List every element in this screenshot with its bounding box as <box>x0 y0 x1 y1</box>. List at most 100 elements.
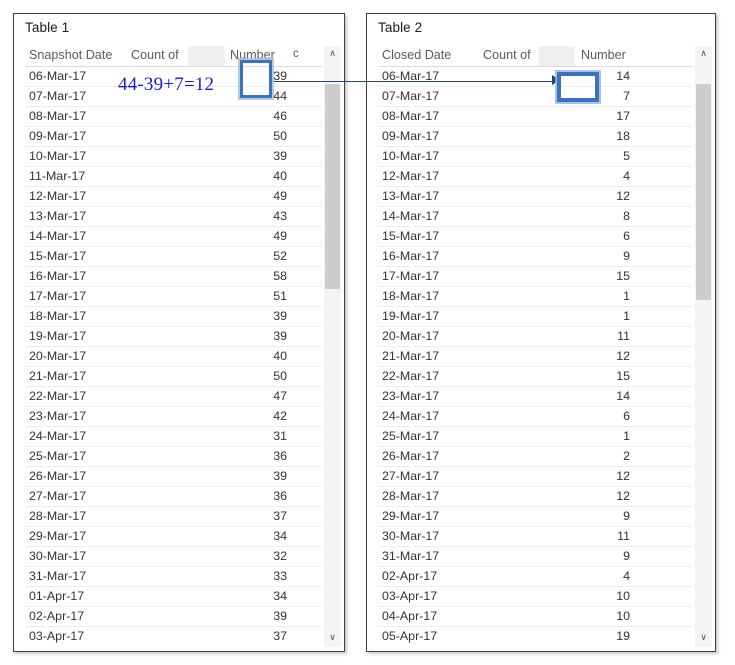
column-header-count[interactable]: Count of <box>483 48 531 62</box>
table-row[interactable]: 01-Apr-17 34 <box>25 587 322 607</box>
cell-date: 19-Mar-17 <box>382 309 440 323</box>
table-row[interactable]: 15-Mar-17 52 <box>25 247 322 267</box>
table-1-title: Table 1 <box>25 20 70 35</box>
cell-date: 03-Apr-17 <box>382 589 438 603</box>
cell-date: 17-Mar-17 <box>29 289 87 303</box>
table-row[interactable]: 21-Mar-17 12 <box>378 347 693 367</box>
cell-date: 08-Mar-17 <box>382 109 440 123</box>
cell-value: 17 <box>616 109 630 123</box>
table-row[interactable]: 03-Apr-17 10 <box>378 587 693 607</box>
cell-value: 34 <box>273 589 287 603</box>
table-row[interactable]: 24-Mar-17 6 <box>378 407 693 427</box>
table-row[interactable]: 11-Mar-17 40 <box>25 167 322 187</box>
table-row[interactable]: 16-Mar-17 9 <box>378 247 693 267</box>
table-row[interactable]: 14-Mar-17 8 <box>378 207 693 227</box>
table-row[interactable]: 25-Mar-17 1 <box>378 427 693 447</box>
table-row[interactable]: 24-Mar-17 31 <box>25 427 322 447</box>
cell-value: 42 <box>273 409 287 423</box>
column-header-suffix: c <box>293 48 299 60</box>
cell-value: 15 <box>616 369 630 383</box>
table-row[interactable]: 22-Mar-17 47 <box>25 387 322 407</box>
table-row[interactable]: 25-Mar-17 36 <box>25 447 322 467</box>
table-row[interactable]: 09-Mar-17 18 <box>378 127 693 147</box>
cell-value: 1 <box>623 309 630 323</box>
table-row[interactable]: 12-Mar-17 49 <box>25 187 322 207</box>
scroll-up-icon[interactable]: ∧ <box>324 46 341 63</box>
table-row[interactable]: 23-Mar-17 14 <box>378 387 693 407</box>
table-row[interactable]: 13-Mar-17 12 <box>378 187 693 207</box>
table-row[interactable]: 21-Mar-17 50 <box>25 367 322 387</box>
cell-date: 21-Mar-17 <box>382 349 440 363</box>
table-row[interactable]: 27-Mar-17 36 <box>25 487 322 507</box>
table-row[interactable]: 10-Mar-17 5 <box>378 147 693 167</box>
cell-date: 30-Mar-17 <box>382 529 440 543</box>
table-row[interactable]: 31-Mar-17 9 <box>378 547 693 567</box>
table-row[interactable]: 17-Mar-17 15 <box>378 267 693 287</box>
table-row[interactable]: 08-Mar-17 17 <box>378 107 693 127</box>
cell-value: 5 <box>623 149 630 163</box>
scrollbar-thumb[interactable] <box>696 84 711 300</box>
table-row[interactable]: 19-Mar-17 39 <box>25 327 322 347</box>
scrollbar-thumb[interactable] <box>325 84 340 289</box>
table-row[interactable]: 29-Mar-17 9 <box>378 507 693 527</box>
scroll-down-icon[interactable]: ∨ <box>324 630 341 647</box>
cell-date: 16-Mar-17 <box>382 249 440 263</box>
table-row[interactable]: 23-Mar-17 42 <box>25 407 322 427</box>
table-row[interactable]: 18-Mar-17 1 <box>378 287 693 307</box>
table-row[interactable]: 31-Mar-17 33 <box>25 567 322 587</box>
cell-date: 26-Mar-17 <box>29 469 87 483</box>
table-row[interactable]: 20-Mar-17 40 <box>25 347 322 367</box>
cell-value: 12 <box>616 489 630 503</box>
table-row[interactable]: 28-Mar-17 37 <box>25 507 322 527</box>
column-header-number[interactable]: Number <box>581 48 626 62</box>
cell-value: 33 <box>273 569 287 583</box>
table-row[interactable]: 28-Mar-17 12 <box>378 487 693 507</box>
highlight-box-table-2 <box>557 72 599 102</box>
table-row[interactable]: 20-Mar-17 11 <box>378 327 693 347</box>
cell-date: 06-Mar-17 <box>29 69 87 83</box>
table-row[interactable]: 08-Mar-17 46 <box>25 107 322 127</box>
table-2-grid: Closed Date Count of Number 06-Mar-17 14 0… <box>378 46 693 645</box>
cell-date: 18-Mar-17 <box>382 289 440 303</box>
table-row[interactable]: 15-Mar-17 6 <box>378 227 693 247</box>
header-gap-box <box>539 46 575 66</box>
table-row[interactable]: 29-Mar-17 34 <box>25 527 322 547</box>
table-row[interactable]: 09-Mar-17 50 <box>25 127 322 147</box>
table-row[interactable]: 04-Apr-17 10 <box>378 607 693 627</box>
table-row[interactable]: 13-Mar-17 43 <box>25 207 322 227</box>
table-row[interactable]: 27-Mar-17 12 <box>378 467 693 487</box>
table-1-scrollbar[interactable]: ∧ ∨ <box>324 46 341 647</box>
table-row[interactable]: 22-Mar-17 15 <box>378 367 693 387</box>
scroll-down-icon[interactable]: ∨ <box>695 630 712 647</box>
table-row[interactable]: 02-Apr-17 4 <box>378 567 693 587</box>
cell-date: 23-Mar-17 <box>29 409 87 423</box>
table-row[interactable]: 17-Mar-17 51 <box>25 287 322 307</box>
table-row[interactable]: 16-Mar-17 58 <box>25 267 322 287</box>
table-row[interactable]: 07-Mar-17 7 <box>378 87 693 107</box>
cell-value: 1 <box>623 429 630 443</box>
column-header-date[interactable]: Snapshot Date <box>29 48 112 62</box>
table-row[interactable]: 14-Mar-17 49 <box>25 227 322 247</box>
table-row[interactable]: 05-Apr-17 19 <box>378 627 693 645</box>
table-row[interactable]: 26-Mar-17 39 <box>25 467 322 487</box>
column-header-date[interactable]: Closed Date <box>382 48 451 62</box>
column-header-count[interactable]: Count of <box>131 48 179 62</box>
table-row[interactable]: 18-Mar-17 39 <box>25 307 322 327</box>
table-row[interactable]: 30-Mar-17 32 <box>25 547 322 567</box>
table-2-scrollbar[interactable]: ∧ ∨ <box>695 46 712 647</box>
table-row[interactable]: 26-Mar-17 2 <box>378 447 693 467</box>
scroll-up-icon[interactable]: ∧ <box>695 46 712 63</box>
cell-date: 07-Mar-17 <box>29 89 87 103</box>
table-row[interactable]: 30-Mar-17 11 <box>378 527 693 547</box>
cell-date: 15-Mar-17 <box>382 229 440 243</box>
cell-date: 17-Mar-17 <box>382 269 440 283</box>
table-row[interactable]: 02-Apr-17 39 <box>25 607 322 627</box>
cell-date: 09-Mar-17 <box>29 129 87 143</box>
table-row[interactable]: 19-Mar-17 1 <box>378 307 693 327</box>
cell-date: 08-Mar-17 <box>29 109 87 123</box>
table-row[interactable]: 12-Mar-17 4 <box>378 167 693 187</box>
table-row[interactable]: 03-Apr-17 37 <box>25 627 322 645</box>
cell-value: 11 <box>617 529 630 543</box>
table-row[interactable]: 10-Mar-17 39 <box>25 147 322 167</box>
table-row[interactable]: 06-Mar-17 14 <box>378 67 693 87</box>
